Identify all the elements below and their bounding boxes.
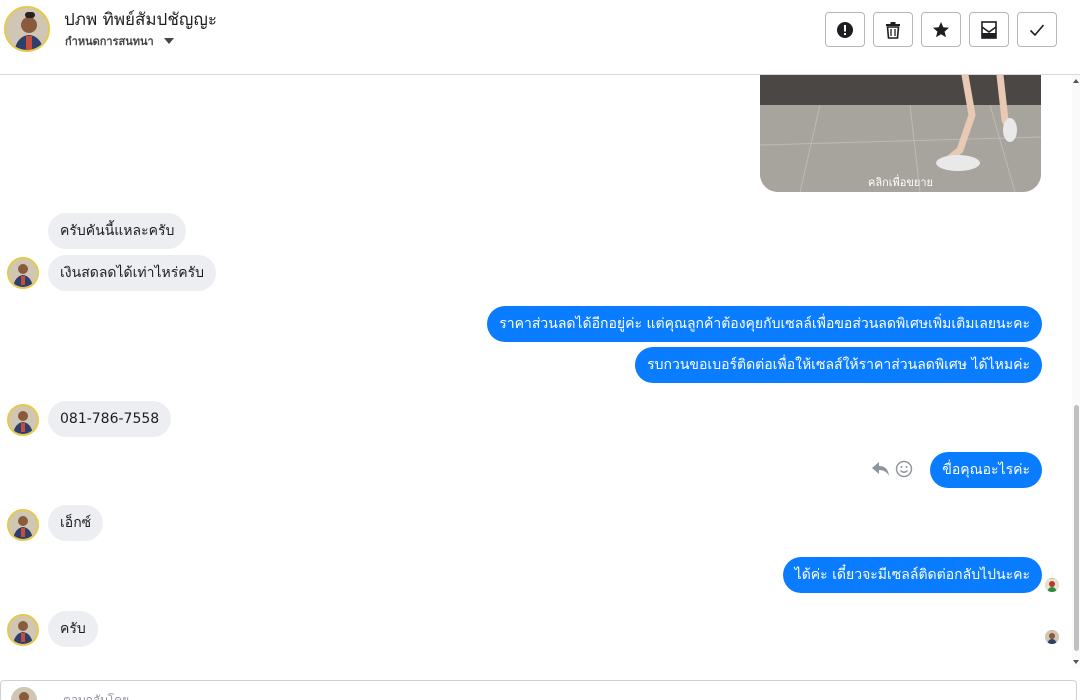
star-button[interactable] (921, 12, 961, 47)
thread-scrollbar[interactable] (1072, 75, 1080, 668)
star-icon (933, 21, 949, 37)
seen-receipt-avatar (1045, 630, 1059, 644)
person-photo-icon (11, 687, 37, 700)
delete-button[interactable] (873, 12, 913, 47)
contact-name: ปภพ ทิพย์สัมปชัญญะ (64, 10, 217, 30)
person-photo-icon (9, 616, 37, 644)
done-button[interactable] (1017, 12, 1057, 47)
mark-unread-button[interactable] (969, 12, 1009, 47)
contact-avatar[interactable] (4, 6, 50, 52)
incoming-message[interactable]: ครับ (48, 611, 98, 647)
person-photo-icon (1045, 579, 1059, 592)
reply-composer[interactable]: ตอบกลับโดย... (0, 680, 1077, 700)
outgoing-message[interactable]: ได้ค่ะ เดี๋ยวจะมีเซลล์ติดต่อกลับไปนะคะ (782, 557, 1042, 593)
incoming-message[interactable]: ครับคันนี้แหละครับ (48, 213, 187, 249)
conversation-toolbar (825, 12, 1057, 47)
person-photo-icon (1045, 631, 1059, 644)
person-photo-icon (9, 259, 37, 287)
conversation-status-dropdown[interactable]: กำหนดการสนทนา (65, 32, 174, 50)
image-caption: คลิกเพื่อขยาย (868, 176, 933, 189)
scroll-up-arrow-icon[interactable] (1073, 79, 1079, 83)
scroll-thumb[interactable] (1074, 405, 1079, 651)
composer-placeholder: ตอบกลับโดย... (63, 693, 141, 700)
chevron-down-icon (163, 38, 174, 44)
reply-icon[interactable] (871, 460, 891, 478)
outgoing-message[interactable]: ขื่อคุณอะไรค่ะ (930, 452, 1042, 488)
person-photo-icon (9, 406, 37, 434)
emoji-reaction-icon[interactable] (895, 460, 913, 478)
outgoing-message[interactable]: ราคาส่วนลดได้อีกอยู่ค่ะ แต่คุณลูกค้าต้อง… (487, 306, 1042, 342)
mark-unread-icon (981, 20, 997, 39)
person-photo-icon (6, 8, 48, 50)
seen-receipt-avatar (1045, 578, 1059, 592)
incoming-message[interactable]: เงินสดลดได้เท่าไหร่ครับ (48, 255, 217, 291)
contact-avatar-small (7, 404, 39, 436)
contact-avatar-small (7, 509, 39, 541)
message-thread: คลิกเพื่อขยาย ครับคันนี้แหละครับ เงินสดล… (0, 75, 1072, 668)
scroll-down-arrow-icon[interactable] (1073, 660, 1079, 664)
contact-avatar-small (7, 257, 39, 289)
incoming-message[interactable]: เอ็กซ์ (48, 505, 104, 541)
report-button[interactable] (825, 12, 865, 47)
conversation-status-label: กำหนดการสนทนา (65, 35, 154, 48)
trash-icon (886, 21, 900, 39)
check-icon (1029, 23, 1045, 36)
image-message[interactable]: คลิกเพื่อขยาย (760, 75, 1041, 192)
incoming-message[interactable]: 081-786-7558 (48, 401, 172, 437)
outgoing-message[interactable]: รบกวนขอเบอร์ติดต่อเพื่อให้เซลส์ให้ราคาส่… (635, 347, 1042, 383)
alert-icon (837, 21, 853, 38)
person-photo-icon (9, 511, 37, 539)
conversation-header: ปภพ ทิพย์สัมปชัญญะ กำหนดการสนทนา (0, 0, 1080, 75)
message-actions (871, 460, 913, 478)
page-avatar (11, 687, 37, 700)
contact-avatar-small (7, 614, 39, 646)
